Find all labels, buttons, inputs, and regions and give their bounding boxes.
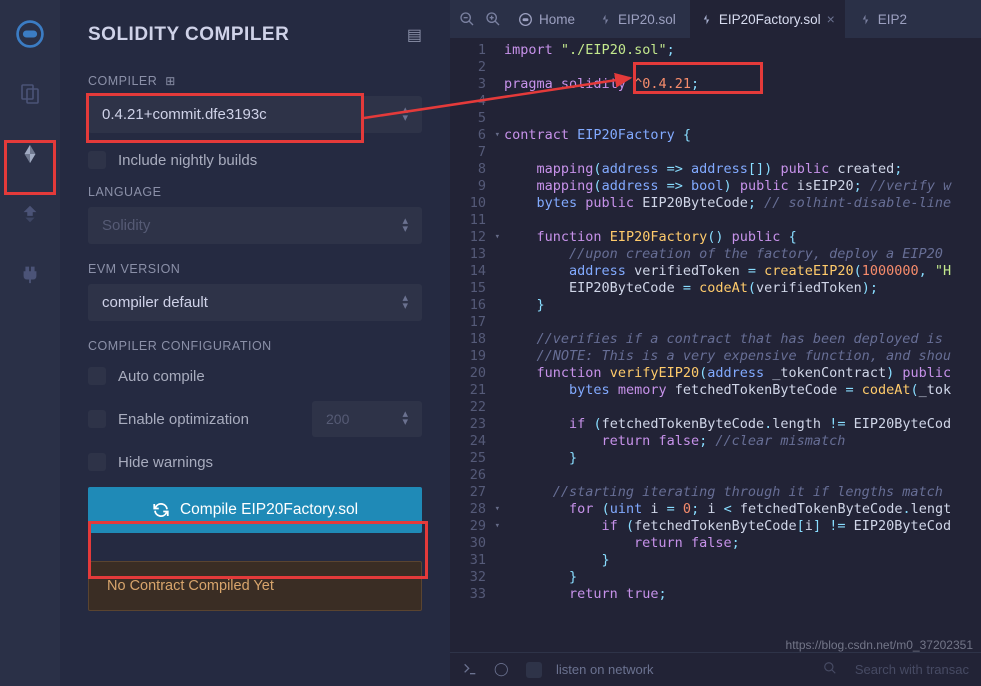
tab-label: EIP20.sol — [618, 12, 676, 27]
terminal-bar: ◯ listen on network Search with transac — [450, 652, 981, 686]
tab-label: EIP20Factory.sol — [719, 12, 821, 27]
optimize-checkbox[interactable] — [88, 410, 106, 428]
language-label: LANGUAGE — [88, 185, 422, 199]
file-explorer-icon[interactable] — [14, 78, 46, 110]
autocompile-label: Auto compile — [118, 368, 205, 385]
chevron-updown-icon: ▴▾ — [402, 107, 408, 122]
tab-eip20[interactable]: EIP20.sol — [589, 0, 686, 38]
editor-tabs: Home EIP20.sol EIP20Factory.sol × EIP2 — [450, 0, 981, 38]
panel-title: SOLIDITY COMPILER — [88, 24, 289, 46]
nightly-label: Include nightly builds — [118, 152, 257, 169]
chevron-updown-icon: ▴▾ — [402, 295, 408, 310]
config-label: COMPILER CONFIGURATION — [88, 339, 422, 353]
gutter: 1234567891011121314151617181920212223242… — [450, 38, 504, 652]
optimize-runs-input[interactable]: 200 ▴▾ — [312, 401, 422, 437]
compiler-value: 0.4.21+commit.dfe3193c — [102, 106, 267, 123]
listen-checkbox[interactable] — [526, 662, 542, 678]
deploy-icon[interactable] — [14, 198, 46, 230]
search-icon[interactable] — [823, 661, 841, 679]
compile-status: No Contract Compiled Yet — [88, 561, 422, 611]
search-placeholder: Search with transac — [855, 662, 969, 677]
compiler-panel: SOLIDITY COMPILER ▤ COMPILER ⊞ 0.4.21+co… — [60, 0, 450, 686]
code-area[interactable]: 1234567891011121314151617181920212223242… — [450, 38, 981, 652]
tab-label: EIP2 — [878, 12, 907, 27]
solidity-file-icon — [700, 13, 713, 26]
hidewarn-label: Hide warnings — [118, 454, 213, 471]
tab-eip2-partial[interactable]: EIP2 — [849, 0, 917, 38]
compile-button-label: Compile EIP20Factory.sol — [180, 501, 358, 519]
autocompile-row[interactable]: Auto compile — [88, 367, 422, 385]
watermark: https://blog.csdn.net/m0_37202351 — [786, 638, 973, 652]
zoom-in-icon[interactable] — [482, 8, 504, 30]
language-value: Solidity — [102, 217, 150, 234]
evm-label: EVM VERSION — [88, 262, 422, 276]
code[interactable]: import "./EIP20.sol";pragma solidity ^0.… — [504, 38, 981, 652]
optimize-label: Enable optimization — [118, 411, 249, 428]
nightly-checkbox[interactable] — [88, 151, 106, 169]
terminal-icon[interactable] — [462, 661, 480, 679]
refresh-icon — [152, 501, 170, 519]
editor: Home EIP20.sol EIP20Factory.sol × EIP2 1… — [450, 0, 981, 686]
solidity-file-icon — [859, 13, 872, 26]
tab-home[interactable]: Home — [508, 0, 585, 38]
solidity-file-icon — [599, 13, 612, 26]
home-icon — [518, 12, 533, 27]
compiler-add-icon[interactable]: ⊞ — [165, 74, 175, 88]
optimize-row[interactable]: Enable optimization — [88, 410, 300, 428]
chevron-updown-icon: ▴▾ — [402, 411, 408, 426]
compiler-label: COMPILER — [88, 74, 157, 88]
solidity-compiler-icon[interactable] — [14, 138, 46, 170]
language-select[interactable]: Solidity ▴▾ — [88, 207, 422, 244]
listen-label: listen on network — [556, 662, 654, 677]
compile-button[interactable]: Compile EIP20Factory.sol — [88, 487, 422, 533]
hidewarn-checkbox[interactable] — [88, 453, 106, 471]
tab-eip20factory[interactable]: EIP20Factory.sol × — [690, 0, 845, 38]
hidewarn-row[interactable]: Hide warnings — [88, 453, 422, 471]
close-icon[interactable]: × — [827, 11, 835, 27]
zoom-out-icon[interactable] — [456, 8, 478, 30]
autocompile-checkbox[interactable] — [88, 367, 106, 385]
evm-select[interactable]: compiler default ▴▾ — [88, 284, 422, 321]
nav-rail — [0, 0, 60, 686]
tab-label: Home — [539, 12, 575, 27]
optimize-runs-value: 200 — [326, 411, 349, 427]
plugin-icon[interactable] — [14, 258, 46, 290]
compiler-select[interactable]: 0.4.21+commit.dfe3193c ▴▾ — [88, 96, 422, 133]
circle-icon[interactable]: ◯ — [494, 661, 512, 679]
logo-icon[interactable] — [14, 18, 46, 50]
panel-menu-icon[interactable]: ▤ — [407, 25, 422, 45]
evm-value: compiler default — [102, 294, 208, 311]
chevron-updown-icon: ▴▾ — [402, 218, 408, 233]
nightly-checkbox-row[interactable]: Include nightly builds — [88, 151, 422, 169]
